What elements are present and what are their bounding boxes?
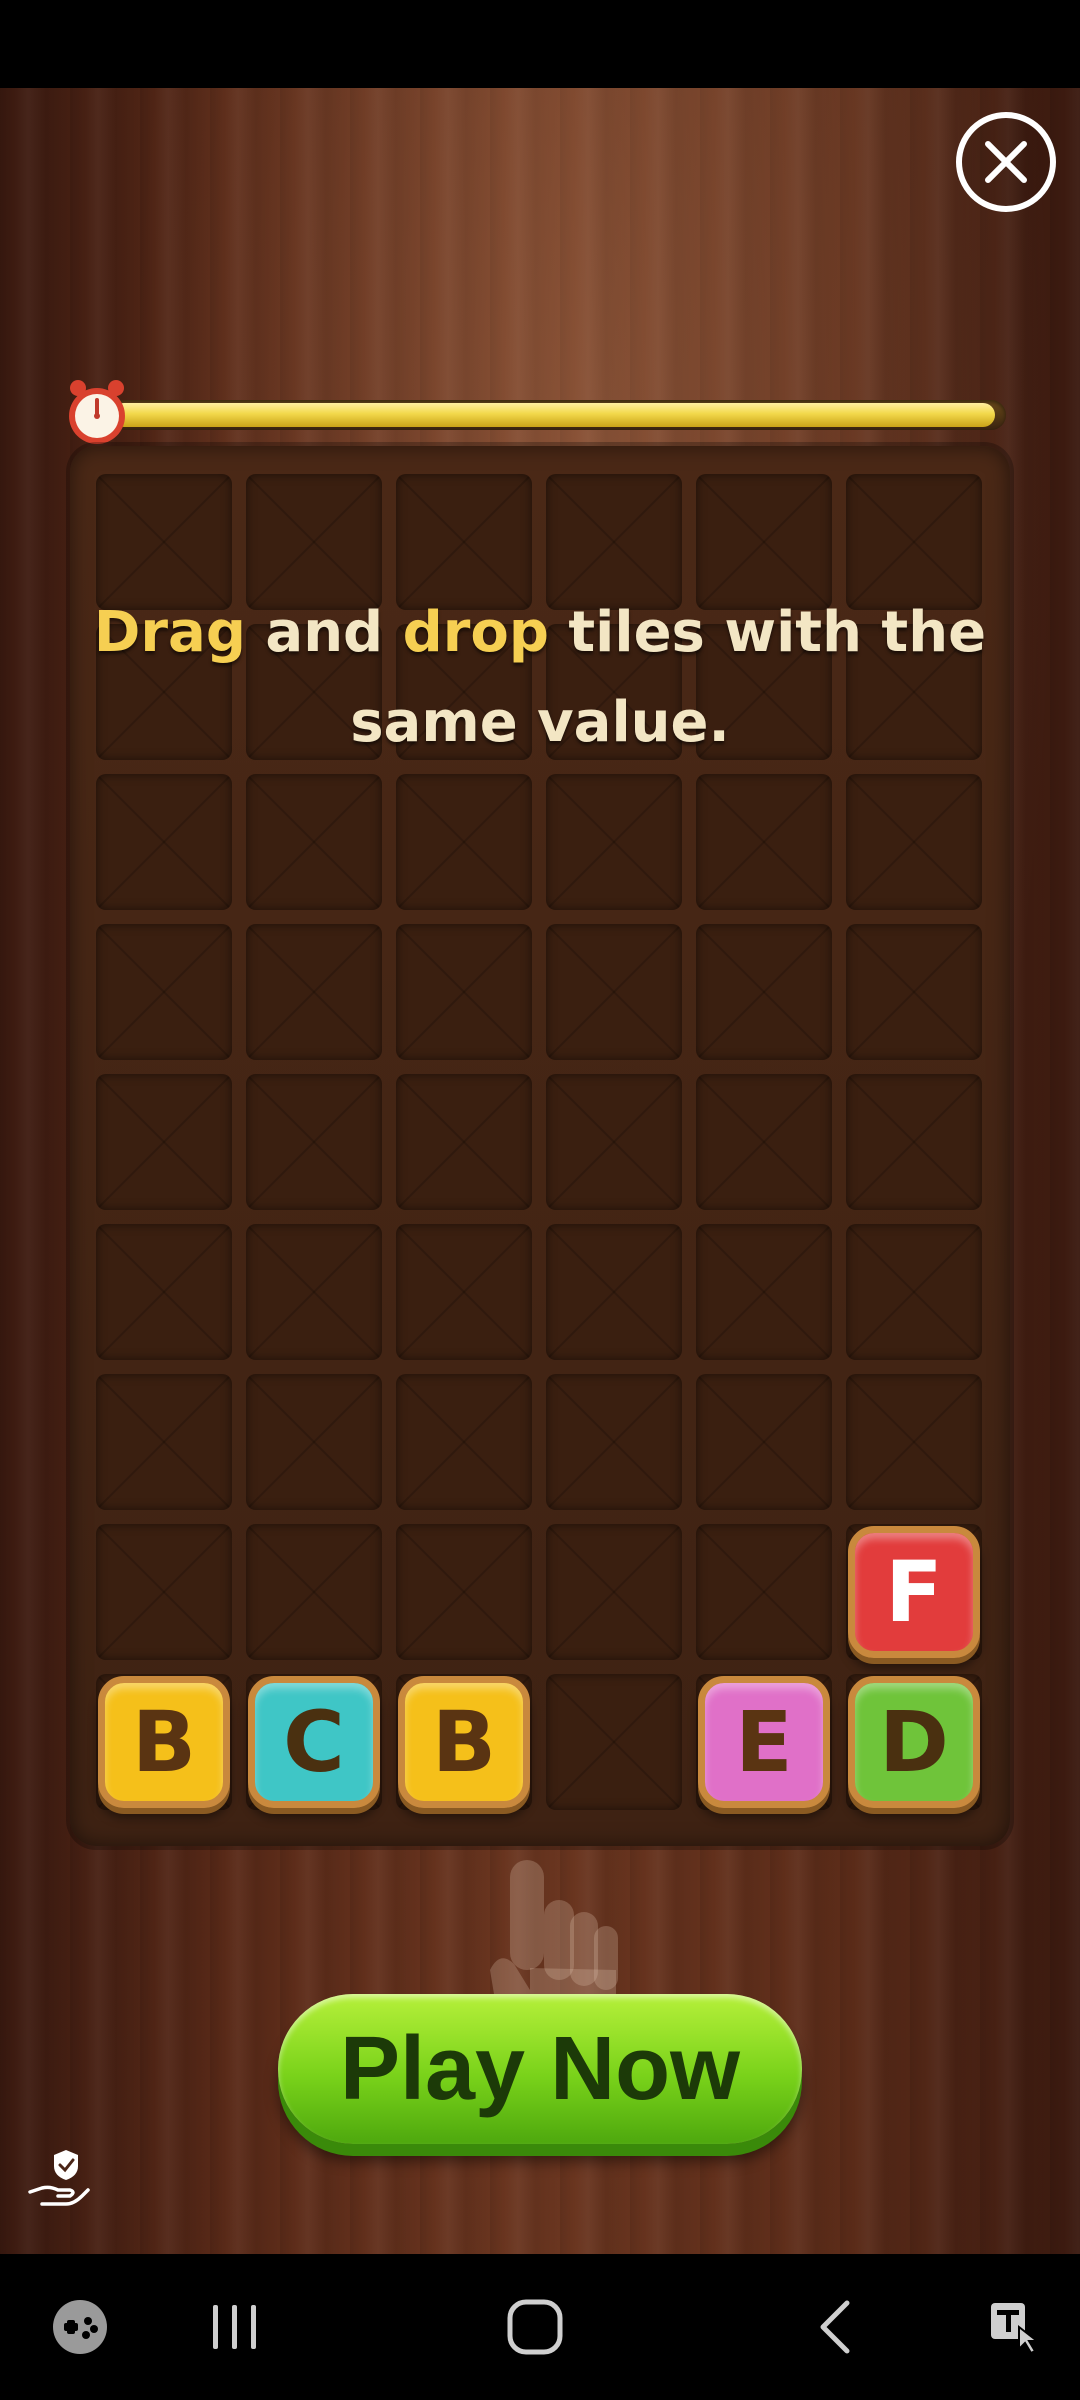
grid-cell[interactable] bbox=[546, 1224, 682, 1360]
grid-cell[interactable] bbox=[696, 1524, 832, 1660]
timer-bar-fill bbox=[112, 403, 995, 427]
play-now-button[interactable]: Play Now bbox=[278, 1994, 802, 2144]
grid-cell[interactable] bbox=[96, 924, 232, 1060]
timer-bar bbox=[110, 400, 1006, 430]
grid-cell[interactable] bbox=[246, 924, 382, 1060]
grid-cell[interactable] bbox=[696, 1374, 832, 1510]
grid-cell[interactable] bbox=[96, 1224, 232, 1360]
grid-cell[interactable] bbox=[546, 1524, 682, 1660]
alarm-clock-icon bbox=[69, 380, 125, 444]
grid-cell[interactable] bbox=[396, 1224, 532, 1360]
grid-cell[interactable] bbox=[96, 1374, 232, 1510]
instruction-part: drop bbox=[402, 600, 549, 665]
game-launcher-button[interactable] bbox=[20, 2254, 140, 2400]
letter-tile-d[interactable]: D bbox=[848, 1676, 980, 1808]
letter-tile-b[interactable]: B bbox=[398, 1676, 530, 1808]
grid-cell[interactable] bbox=[246, 1074, 382, 1210]
game-area: F BCB ED Drag and drop tiles with the same… bbox=[0, 88, 1080, 2254]
play-now-label: Play Now bbox=[339, 2018, 741, 2119]
back-icon bbox=[820, 2300, 850, 2354]
grid-cell[interactable] bbox=[96, 1074, 232, 1210]
grid-cell[interactable] bbox=[546, 1074, 682, 1210]
grid-cell[interactable] bbox=[246, 1374, 382, 1510]
grid-cell[interactable] bbox=[546, 1674, 682, 1810]
grid-cell[interactable] bbox=[396, 1524, 532, 1660]
grid-cell[interactable] bbox=[846, 924, 982, 1060]
grid-cell[interactable] bbox=[846, 774, 982, 910]
letter-tile-f[interactable]: F bbox=[848, 1526, 980, 1658]
navigation-bar bbox=[0, 2254, 1080, 2400]
grid-cell[interactable] bbox=[396, 1374, 532, 1510]
grid-cell[interactable] bbox=[396, 924, 532, 1060]
grid-cell[interactable] bbox=[246, 1524, 382, 1660]
grid-cell[interactable] bbox=[696, 924, 832, 1060]
recent-apps-button[interactable] bbox=[170, 2254, 300, 2400]
status-bar bbox=[0, 0, 1080, 88]
grid-cell[interactable] bbox=[546, 924, 682, 1060]
accessibility-icon bbox=[991, 2303, 1040, 2355]
grid-cell[interactable] bbox=[696, 1224, 832, 1360]
hand-shield-icon[interactable] bbox=[26, 2146, 92, 2212]
grid-cell[interactable] bbox=[696, 1074, 832, 1210]
grid-cell[interactable] bbox=[96, 774, 232, 910]
letter-tile-c[interactable]: C bbox=[248, 1676, 380, 1808]
home-icon bbox=[507, 2299, 563, 2355]
game-launcher-icon bbox=[53, 2300, 107, 2354]
grid-cell[interactable] bbox=[846, 1224, 982, 1360]
back-button[interactable] bbox=[770, 2254, 900, 2400]
accessibility-button[interactable] bbox=[960, 2254, 1070, 2400]
close-icon bbox=[985, 141, 1027, 183]
instruction-part: and bbox=[245, 600, 403, 665]
grid-cell[interactable] bbox=[846, 1074, 982, 1210]
grid-cell[interactable] bbox=[96, 1524, 232, 1660]
grid-cell[interactable] bbox=[246, 774, 382, 910]
instruction-part: Drag bbox=[93, 600, 246, 665]
grid-cell[interactable] bbox=[546, 1374, 682, 1510]
grid-cell[interactable] bbox=[546, 774, 682, 910]
close-button[interactable] bbox=[956, 112, 1056, 212]
grid-cell[interactable] bbox=[696, 774, 832, 910]
grid-cell[interactable] bbox=[396, 774, 532, 910]
recent-apps-icon bbox=[213, 2305, 256, 2349]
instruction-text: Drag and drop tiles with the same value. bbox=[70, 588, 1010, 768]
home-button[interactable] bbox=[470, 2254, 600, 2400]
grid-cell[interactable] bbox=[846, 1374, 982, 1510]
grid-cell[interactable] bbox=[246, 1224, 382, 1360]
letter-tile-b[interactable]: B bbox=[98, 1676, 230, 1808]
letter-tile-e[interactable]: E bbox=[698, 1676, 830, 1808]
grid-cell[interactable] bbox=[396, 1074, 532, 1210]
